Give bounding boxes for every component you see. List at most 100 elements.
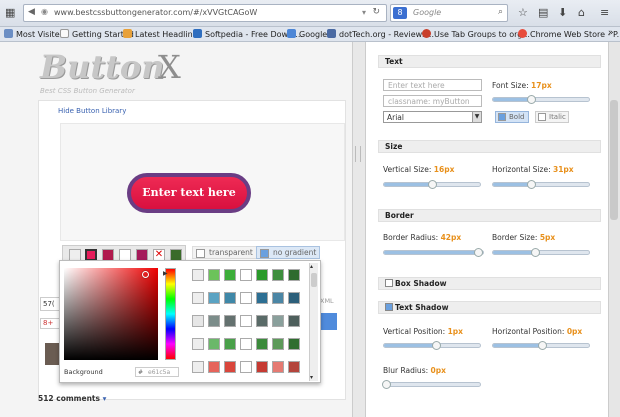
palette-swatch[interactable] bbox=[224, 269, 236, 281]
menu-icon[interactable]: ≡ bbox=[600, 6, 609, 19]
checkbox-icon[interactable] bbox=[385, 303, 393, 311]
home-icon[interactable]: ⌂ bbox=[578, 6, 585, 19]
magnifier-icon[interactable]: ⌕ bbox=[498, 7, 503, 17]
page-scroll-thumb[interactable] bbox=[610, 100, 618, 220]
preview-button[interactable]: Enter text here bbox=[127, 173, 251, 213]
hex-input[interactable]: # e61c5a bbox=[135, 367, 179, 377]
palette-swatch[interactable] bbox=[288, 315, 300, 327]
back-icon[interactable]: ◀ bbox=[28, 7, 35, 17]
palette-swatch[interactable] bbox=[288, 338, 300, 350]
text-input[interactable]: Enter text here bbox=[383, 79, 482, 91]
palette-swatch[interactable] bbox=[224, 361, 236, 373]
slider-handle[interactable] bbox=[432, 341, 441, 350]
palette-swatch[interactable] bbox=[240, 361, 252, 373]
vertical-size-slider[interactable] bbox=[383, 180, 481, 189]
slider-handle[interactable] bbox=[538, 341, 547, 350]
palette-swatch[interactable] bbox=[240, 269, 252, 281]
search-input[interactable]: Google bbox=[413, 8, 441, 17]
thumbnail-image[interactable] bbox=[45, 343, 59, 365]
reload-icon[interactable]: ↻ bbox=[372, 7, 380, 17]
bold-toggle[interactable]: Bold bbox=[495, 111, 529, 123]
slider-handle[interactable] bbox=[428, 180, 437, 189]
palette-swatch[interactable] bbox=[272, 315, 284, 327]
section-box-shadow-header[interactable]: Box Shadow bbox=[378, 277, 601, 290]
splitter-grip-icon[interactable] bbox=[355, 146, 361, 162]
palette-swatch[interactable] bbox=[240, 315, 252, 327]
palette-swatch[interactable] bbox=[288, 292, 300, 304]
palette-swatch[interactable] bbox=[224, 338, 236, 350]
palette-swatch[interactable] bbox=[224, 315, 236, 327]
comments-count[interactable]: 512 comments ▾ bbox=[38, 394, 106, 403]
palette-swatch[interactable] bbox=[256, 315, 268, 327]
ts-blur-slider[interactable] bbox=[382, 380, 481, 389]
download-icon[interactable]: ⬇ bbox=[558, 6, 567, 19]
palette-swatch[interactable] bbox=[208, 361, 220, 373]
url-text[interactable]: www.bestcssbuttongenerator.com/#/xVVGtCA… bbox=[54, 8, 257, 17]
palette-swatch[interactable] bbox=[240, 338, 252, 350]
hide-library-link[interactable]: Hide Button Library bbox=[58, 107, 126, 115]
palette-swatch[interactable] bbox=[256, 361, 268, 373]
palette-scrollbar[interactable]: ▴ ▾ bbox=[309, 263, 318, 381]
palette-swatch[interactable] bbox=[256, 338, 268, 350]
border-size-slider[interactable] bbox=[492, 248, 590, 257]
scroll-thumb[interactable] bbox=[311, 273, 317, 287]
palette-swatch[interactable] bbox=[272, 361, 284, 373]
no-gradient-checkbox[interactable]: no gradient bbox=[256, 246, 321, 259]
star-icon[interactable]: ☆ bbox=[518, 6, 528, 19]
clipboard-icon[interactable]: ▤ bbox=[538, 6, 548, 19]
bookmark-item[interactable]: Latest Headlines bbox=[123, 29, 202, 39]
palette-swatch[interactable] bbox=[192, 269, 204, 281]
bookmark-item[interactable]: Most Visited bbox=[4, 29, 65, 39]
palette-swatch[interactable] bbox=[288, 361, 300, 373]
italic-toggle[interactable]: Italic bbox=[535, 111, 569, 123]
url-bar[interactable]: ◀ ◉ www.bestcssbuttongenerator.com/#/xVV… bbox=[23, 4, 387, 22]
chevron-down-icon[interactable]: ▼ bbox=[472, 112, 481, 122]
transparent-checkbox[interactable]: transparent bbox=[192, 246, 257, 259]
ts-horizontal-slider[interactable] bbox=[492, 341, 590, 350]
palette-swatch[interactable] bbox=[208, 315, 220, 327]
palette-swatch[interactable] bbox=[208, 269, 220, 281]
palette-swatch[interactable] bbox=[192, 338, 204, 350]
slider-handle[interactable] bbox=[382, 380, 391, 389]
palette-swatch[interactable] bbox=[224, 292, 236, 304]
gplus-button[interactable]: 8+ bbox=[40, 318, 60, 329]
palette-swatch[interactable] bbox=[288, 269, 300, 281]
slider-handle[interactable] bbox=[527, 95, 536, 104]
palette-swatch[interactable] bbox=[272, 269, 284, 281]
ts-vertical-slider[interactable] bbox=[383, 341, 481, 350]
palette-swatch[interactable] bbox=[192, 315, 204, 327]
overflow-icon[interactable]: » bbox=[608, 28, 614, 38]
dropdown-icon[interactable]: ▾ bbox=[362, 8, 366, 17]
bookmark-item[interactable]: dotTech.org - Reviews... bbox=[327, 29, 434, 39]
slider-handle[interactable] bbox=[527, 180, 536, 189]
palette-swatch[interactable] bbox=[208, 338, 220, 350]
section-text-shadow-header[interactable]: Text Shadow bbox=[378, 301, 601, 314]
classname-input[interactable]: classname: myButton bbox=[383, 95, 482, 107]
palette-swatch[interactable] bbox=[192, 292, 204, 304]
bookmark-item[interactable]: Chrome Web Store - P... bbox=[518, 29, 620, 39]
bookmark-item[interactable]: Use Tab Groups to org... bbox=[422, 29, 530, 39]
slider-handle[interactable] bbox=[474, 248, 483, 257]
font-family-select[interactable]: Arial ▼ bbox=[383, 111, 482, 123]
palette-swatch[interactable] bbox=[256, 292, 268, 304]
scroll-down-icon[interactable]: ▾ bbox=[310, 374, 313, 381]
palette-swatch[interactable] bbox=[192, 361, 204, 373]
palette-swatch[interactable] bbox=[208, 292, 220, 304]
page-scrollbar[interactable] bbox=[608, 42, 620, 417]
bookmark-item[interactable]: Google bbox=[287, 29, 327, 39]
blue-button-fragment[interactable] bbox=[321, 313, 337, 330]
xml-tab[interactable]: XML bbox=[320, 297, 340, 309]
horizontal-size-slider[interactable] bbox=[492, 180, 590, 189]
grid-icon[interactable]: ▦ bbox=[5, 6, 15, 19]
hue-slider[interactable] bbox=[165, 268, 176, 360]
checkbox-icon[interactable] bbox=[385, 279, 393, 287]
slider-handle[interactable] bbox=[531, 248, 540, 257]
search-engine-icon[interactable]: 8 bbox=[393, 7, 407, 19]
palette-swatch[interactable] bbox=[272, 338, 284, 350]
palette-swatch[interactable] bbox=[256, 269, 268, 281]
panel-splitter[interactable] bbox=[352, 42, 366, 417]
border-radius-slider[interactable] bbox=[383, 248, 484, 257]
palette-swatch[interactable] bbox=[272, 292, 284, 304]
picker-handle[interactable] bbox=[142, 271, 149, 278]
font-size-slider[interactable] bbox=[492, 95, 590, 104]
